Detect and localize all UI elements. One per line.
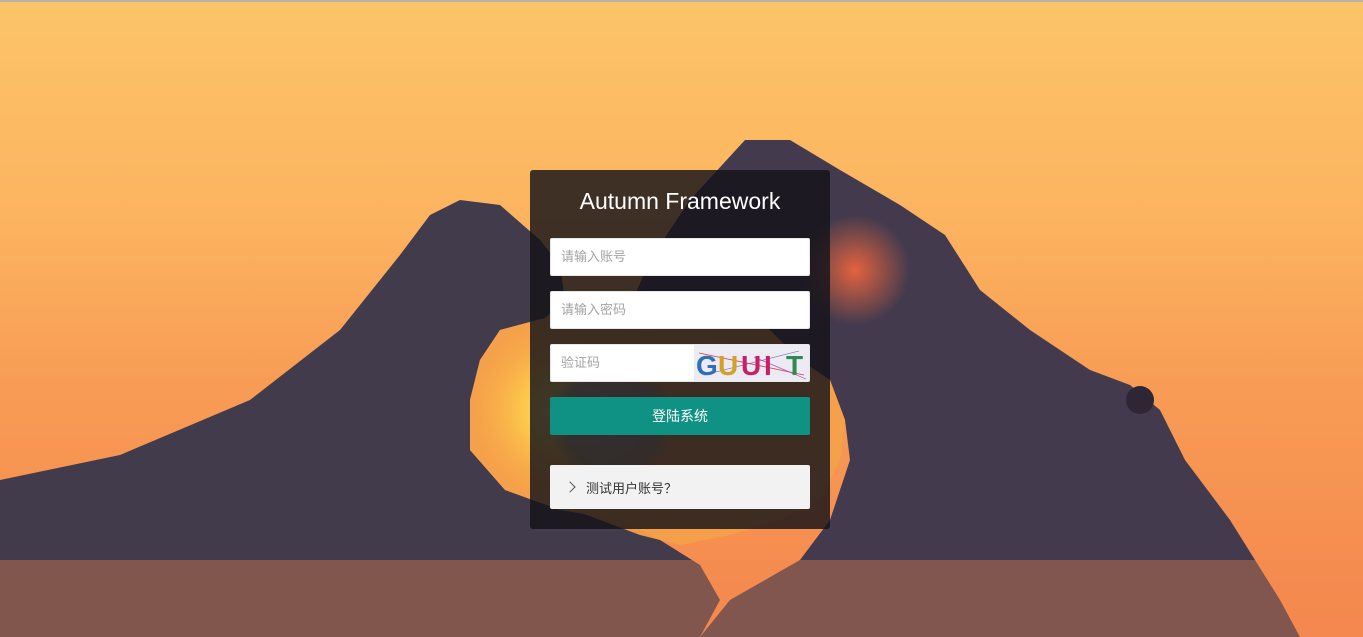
captcha-char: U [718,350,738,381]
chevron-right-icon [564,481,576,493]
account-input[interactable] [550,238,810,276]
captcha-char: G [696,350,718,381]
captcha-char: I [764,350,772,381]
captcha-image[interactable]: G U U I T [694,345,809,381]
login-page: Autumn Framework G U U I T [0,0,1363,637]
captcha-char: T [786,350,803,381]
test-accounts-toggle[interactable]: 测试用户账号？ [550,465,810,509]
captcha-row: G U U I T [550,344,810,382]
test-accounts-label: 测试用户账号？ [586,481,678,497]
password-input[interactable] [550,291,810,329]
login-panel: Autumn Framework G U U I T [530,170,830,529]
login-button[interactable]: 登陆系统 [550,397,810,435]
captcha-char: U [741,350,761,381]
login-title: Autumn Framework [579,188,781,214]
